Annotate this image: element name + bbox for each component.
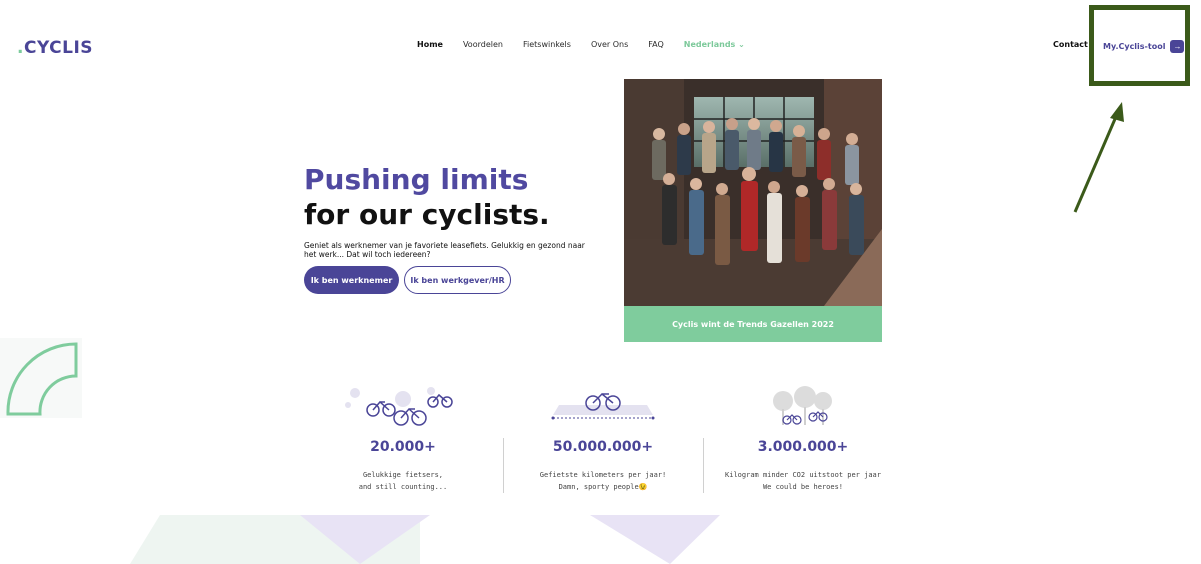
stat-caption: Kilogram minder CO2 uitstoot per jaar	[725, 471, 881, 479]
hero-title-line1: Pushing limits	[304, 163, 529, 196]
decorative-arc-icon	[0, 338, 82, 418]
nav-item-over-ons[interactable]: Over Ons	[591, 40, 628, 49]
main-nav: Home Voordelen Fietswinkels Over Ons FAQ…	[417, 40, 745, 49]
my-cyclis-tool-button[interactable]: My.Cyclis-tool →	[1103, 40, 1185, 53]
hero-title-line2: for our cyclists.	[304, 198, 550, 231]
language-dropdown[interactable]: Nederlands ⌄	[684, 40, 745, 49]
my-cyclis-tool-label: My.Cyclis-tool	[1103, 42, 1166, 51]
nav-item-faq[interactable]: FAQ	[648, 40, 664, 49]
stat-value: 20.000+	[370, 439, 436, 455]
stat-caption: Gelukkige fietsers,	[362, 471, 444, 479]
decorative-shapes-icon	[130, 515, 720, 564]
stat-value: 3.000.000+	[757, 439, 849, 455]
stat-value: 50.000.000+	[552, 439, 654, 455]
stat-kilometers: 50.000.000+ Gefietste kilometers per jaa…	[503, 385, 703, 493]
trees-bicycles-icon	[703, 385, 903, 427]
nav-item-home[interactable]: Home	[417, 40, 443, 49]
hero-subtitle: Geniet als werknemer van je favoriete le…	[304, 241, 585, 259]
stat-caption: Gefietste kilometers per jaar!	[539, 471, 667, 479]
team-photo	[624, 79, 882, 306]
highlight-box: My.Cyclis-tool →	[1089, 5, 1190, 86]
nav-item-fietswinkels[interactable]: Fietswinkels	[523, 40, 571, 49]
stat-caption-sub: Damn, sporty people😉	[558, 483, 648, 491]
stat-co2: 3.000.000+ Kilogram minder CO2 uitstoot …	[703, 385, 903, 493]
bicycles-icon	[303, 385, 503, 427]
stat-caption-sub: We could be heroes!	[762, 483, 844, 491]
annotation-arrow-icon	[1073, 102, 1124, 213]
stat-happy-cyclists: 20.000+ Gelukkige fietsers, and still co…	[303, 385, 503, 493]
employee-button[interactable]: Ik ben werknemer	[304, 266, 399, 294]
photo-caption[interactable]: Cyclis wint de Trends Gazellen 2022	[624, 306, 882, 342]
employer-hr-button[interactable]: Ik ben werkgever/HR	[404, 266, 511, 294]
arrow-right-icon: →	[1170, 40, 1185, 53]
nav-item-voordelen[interactable]: Voordelen	[463, 40, 503, 49]
logo[interactable]: .CYCLIS	[17, 38, 93, 58]
bicycle-road-icon	[503, 385, 703, 427]
contact-link[interactable]: Contact	[1053, 40, 1088, 49]
logo-text: CYCLIS	[23, 38, 94, 58]
stat-caption-sub: and still counting...	[358, 483, 448, 491]
